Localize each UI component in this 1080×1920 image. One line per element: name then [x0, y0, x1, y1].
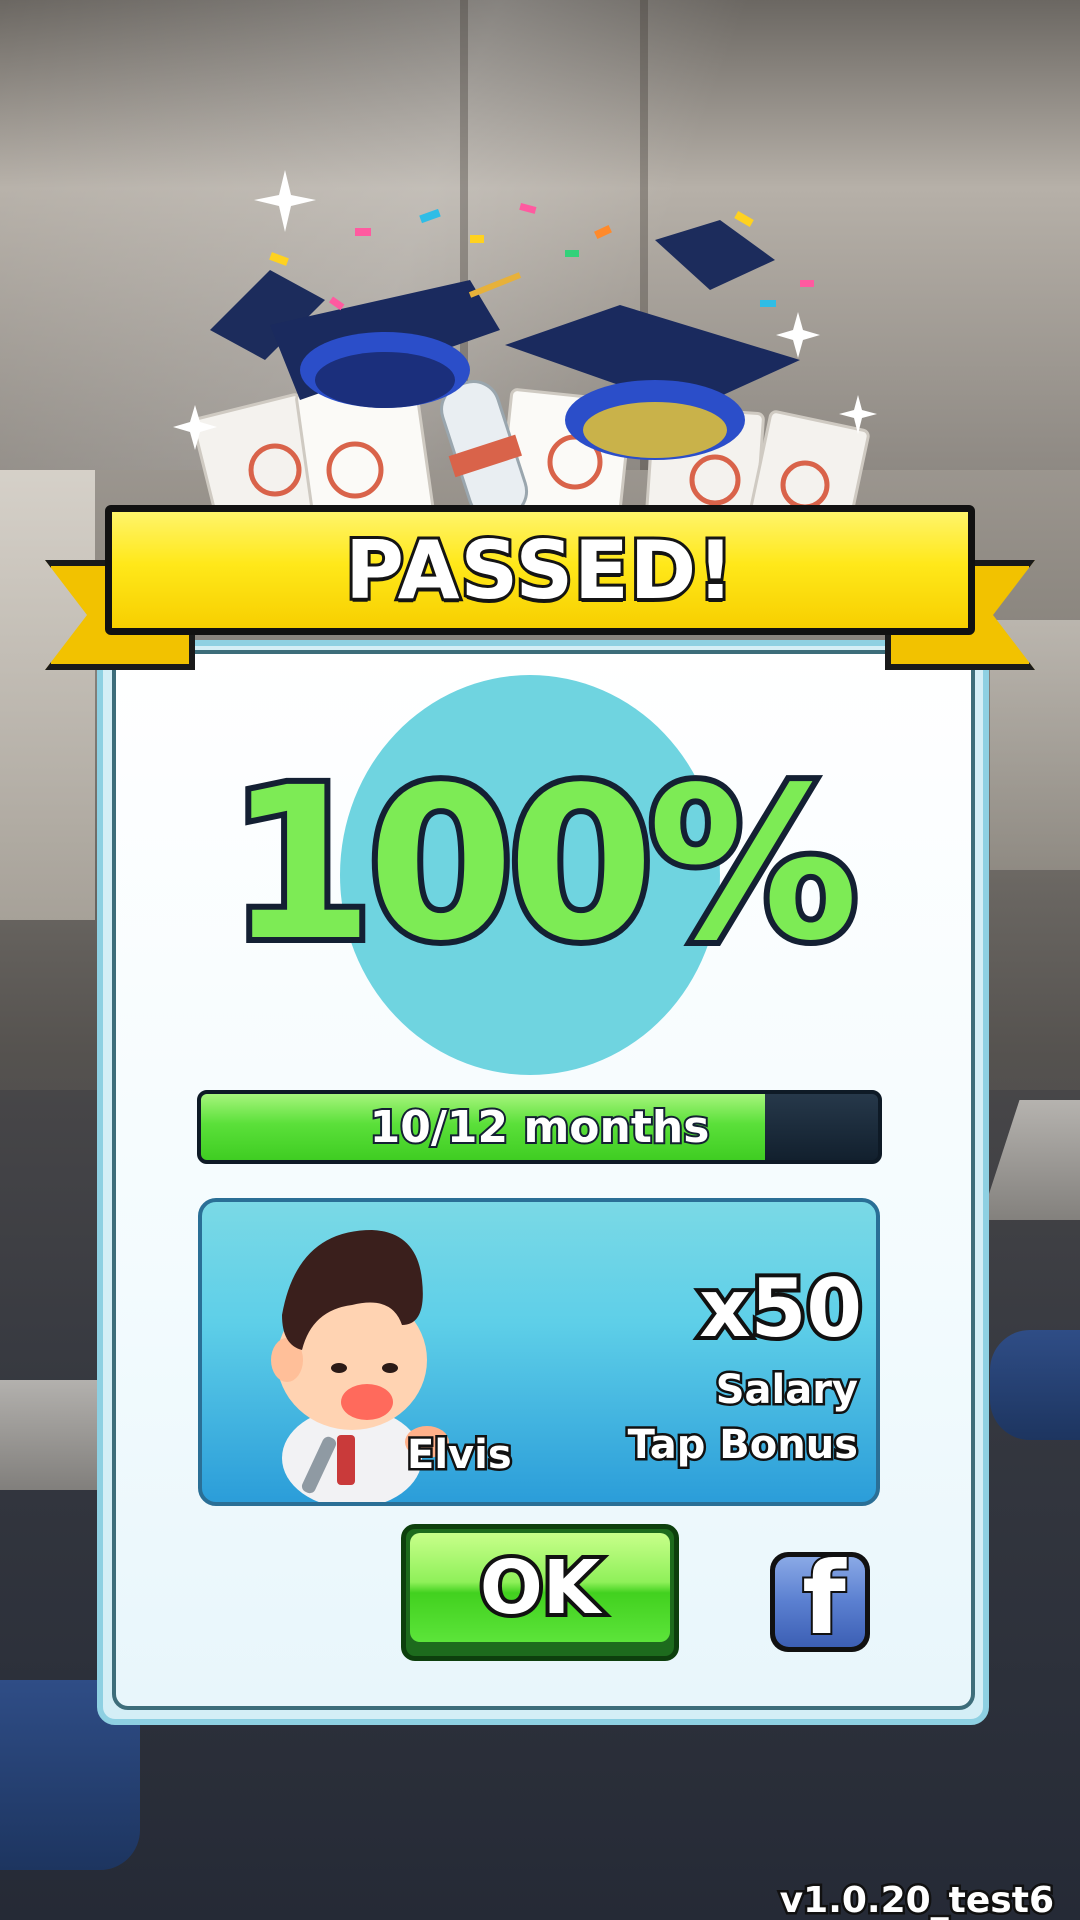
months-progress-bar: 10/12 months [197, 1090, 882, 1164]
character-name: Elvis [405, 1430, 515, 1481]
result-title: PASSED! [342, 521, 736, 620]
ribbon-banner: PASSED! [105, 505, 975, 635]
game-screen: PASSED! 100% 10/12 months Elvis x50 Sala… [0, 0, 1080, 1920]
facebook-icon[interactable]: f [775, 1557, 865, 1647]
ok-button-label: OK [476, 1541, 604, 1635]
title-ribbon: PASSED! [45, 505, 1035, 675]
ok-button-face[interactable]: OK [410, 1533, 670, 1642]
celebration-illustration [173, 170, 877, 520]
diploma-icon [191, 376, 870, 520]
score-percent: 100% [222, 736, 865, 993]
reward-label-salary: Salary [713, 1365, 860, 1416]
ok-button[interactable]: OK [401, 1524, 679, 1661]
progress-label: 10/12 months [368, 1100, 712, 1155]
background-chair [990, 1330, 1080, 1440]
reward-label-tap-bonus: Tap Bonus [625, 1420, 860, 1471]
reward-multiplier: x50 [695, 1258, 866, 1359]
facebook-share-button[interactable]: f [770, 1552, 870, 1652]
facebook-glyph: f [800, 1557, 847, 1647]
version-label: v1.0.20_test6 [777, 1878, 1056, 1920]
reward-card: Elvis x50 Salary Tap Bonus [198, 1198, 880, 1506]
